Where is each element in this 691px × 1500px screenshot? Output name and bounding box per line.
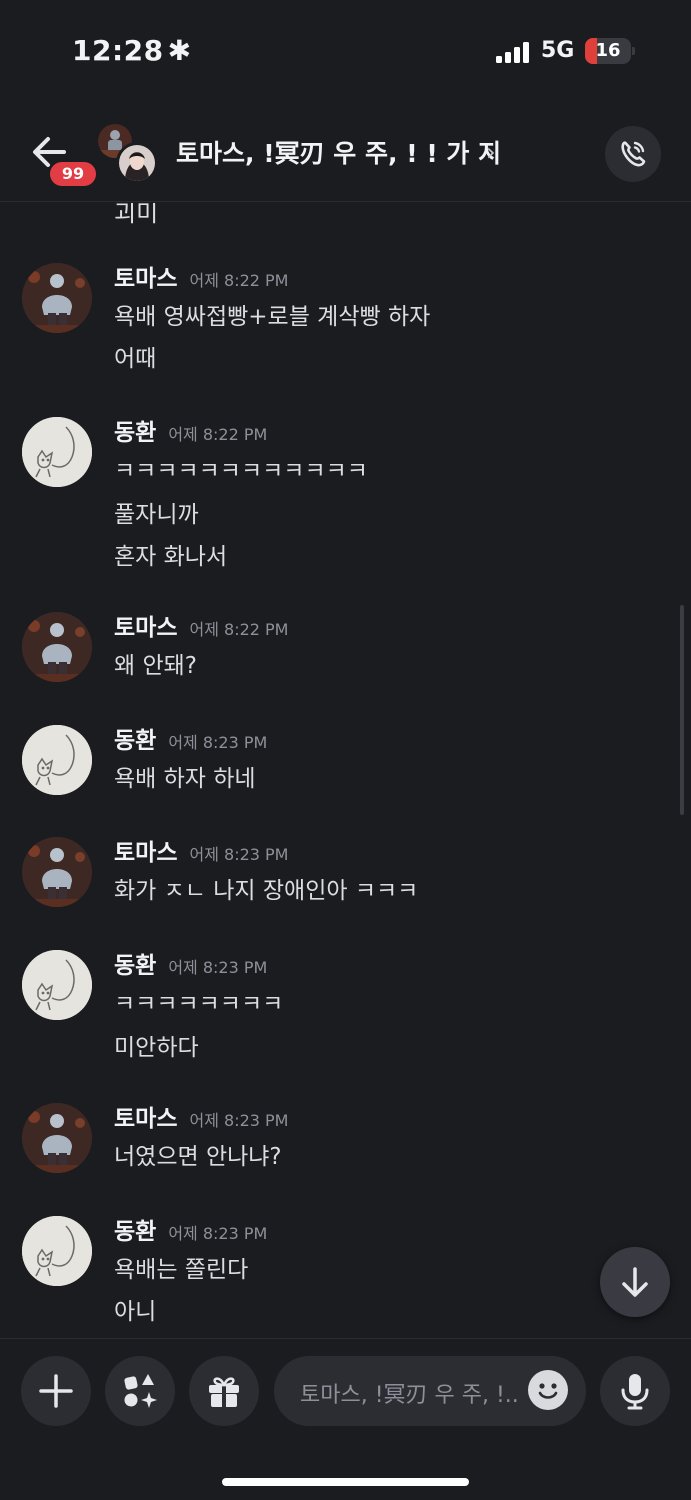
status-bar: 12:28 ✱ 5G 16 bbox=[0, 0, 691, 100]
avatar[interactable] bbox=[22, 1103, 92, 1173]
avatar[interactable] bbox=[22, 612, 92, 682]
message-author[interactable]: 동환 어제 8:23 PM bbox=[114, 721, 267, 755]
message-text: 화가 ㅈㄴ 나지 장애인아 ㅋㅋㅋ bbox=[114, 878, 419, 904]
emoji-button[interactable] bbox=[528, 1370, 568, 1410]
gift-button[interactable] bbox=[189, 1356, 259, 1426]
microphone-icon bbox=[621, 1374, 649, 1410]
battery-icon: 16 bbox=[585, 38, 631, 64]
message-timestamp: 어제 8:22 PM bbox=[189, 271, 289, 290]
scrollbar[interactable] bbox=[680, 605, 684, 815]
network-type: 5G bbox=[541, 38, 575, 63]
avatar[interactable] bbox=[22, 725, 92, 795]
message-timestamp: 어제 8:22 PM bbox=[189, 620, 289, 639]
unread-badge: 99 bbox=[48, 160, 98, 188]
avatar[interactable] bbox=[22, 1216, 92, 1286]
message-text: 풀자니까 bbox=[114, 502, 199, 528]
attach-button[interactable] bbox=[21, 1356, 91, 1426]
message-text: 미안하다 bbox=[114, 1035, 199, 1061]
message-author[interactable]: 동환 어제 8:22 PM bbox=[114, 413, 267, 447]
message-text: 어때 bbox=[114, 346, 157, 372]
message-input[interactable]: 토마스, !冥刃 우 주, !.. bbox=[274, 1356, 586, 1426]
message-list[interactable]: 괴미 토마스 어제 8:22 PM 욕배 영싸접빵+로블 계삭빵 하자 어때 동환… bbox=[0, 203, 691, 1338]
phone-call-icon bbox=[621, 141, 646, 167]
message-author[interactable]: 동환 어제 8:23 PM bbox=[114, 946, 267, 980]
message-author[interactable]: 토마스 어제 8:22 PM bbox=[114, 608, 288, 642]
message-composer: 토마스, !冥刃 우 주, !.. bbox=[0, 1338, 691, 1500]
partial-message-text: 괴미 bbox=[114, 203, 159, 227]
message-timestamp: 어제 8:22 PM bbox=[168, 425, 268, 444]
chevron-right-icon[interactable]: › bbox=[486, 138, 496, 166]
message-timestamp: 어제 8:23 PM bbox=[189, 1111, 289, 1130]
message-author[interactable]: 동환 어제 8:23 PM bbox=[114, 1212, 267, 1246]
message-timestamp: 어제 8:23 PM bbox=[168, 958, 268, 977]
emoji-icon bbox=[538, 1383, 558, 1399]
chat-title[interactable]: 토마스, !冥刃 우 주, ! ! 가 지 bbox=[176, 134, 501, 170]
apps-button[interactable] bbox=[105, 1356, 175, 1426]
gift-icon bbox=[209, 1377, 239, 1407]
plus-icon bbox=[39, 1374, 73, 1408]
message-text: 왜 안돼? bbox=[114, 653, 197, 679]
message-text: ㅋㅋㅋㅋㅋㅋㅋㅋㅋㅋㅋㅋ bbox=[114, 458, 368, 484]
message-input-placeholder: 토마스, !冥刃 우 주, !.. bbox=[300, 1383, 519, 1408]
avatar[interactable] bbox=[22, 950, 92, 1020]
avatar[interactable] bbox=[22, 417, 92, 487]
signal-icon bbox=[496, 41, 532, 63]
group-avatar[interactable] bbox=[116, 142, 158, 184]
message-text: 너였으면 안나냐? bbox=[114, 1144, 282, 1170]
message-author[interactable]: 토마스 어제 8:22 PM bbox=[114, 259, 288, 293]
arrow-down-icon bbox=[622, 1267, 648, 1297]
message-author[interactable]: 토마스 어제 8:23 PM bbox=[114, 1099, 288, 1133]
apps-icon bbox=[124, 1374, 157, 1408]
voice-message-button[interactable] bbox=[600, 1356, 670, 1426]
battery-level: 16 bbox=[595, 40, 621, 61]
home-indicator[interactable] bbox=[222, 1478, 469, 1486]
message-author[interactable]: 토마스 어제 8:23 PM bbox=[114, 833, 288, 867]
message-timestamp: 어제 8:23 PM bbox=[189, 845, 289, 864]
avatar[interactable] bbox=[22, 837, 92, 907]
call-button[interactable] bbox=[605, 126, 661, 182]
message-text: ㅋㅋㅋㅋㅋㅋㅋㅋ bbox=[114, 991, 284, 1017]
message-text: 아니 bbox=[114, 1299, 157, 1325]
avatar[interactable] bbox=[22, 263, 92, 333]
message-timestamp: 어제 8:23 PM bbox=[168, 733, 268, 752]
scroll-down-button[interactable] bbox=[600, 1247, 670, 1317]
status-time: 12:28 ✱ bbox=[72, 34, 192, 67]
message-text: 욕배 하자 하네 bbox=[114, 766, 256, 792]
message-text: 혼자 화나서 bbox=[114, 544, 228, 570]
chat-header: 99 토마스, !冥刃 우 주, ! ! 가 지 › bbox=[0, 100, 691, 202]
message-text: 욕배 영싸접빵+로블 계삭빵 하자 bbox=[114, 304, 431, 330]
message-text: 욕배는 쫄린다 bbox=[114, 1257, 249, 1283]
message-timestamp: 어제 8:23 PM bbox=[168, 1224, 268, 1243]
